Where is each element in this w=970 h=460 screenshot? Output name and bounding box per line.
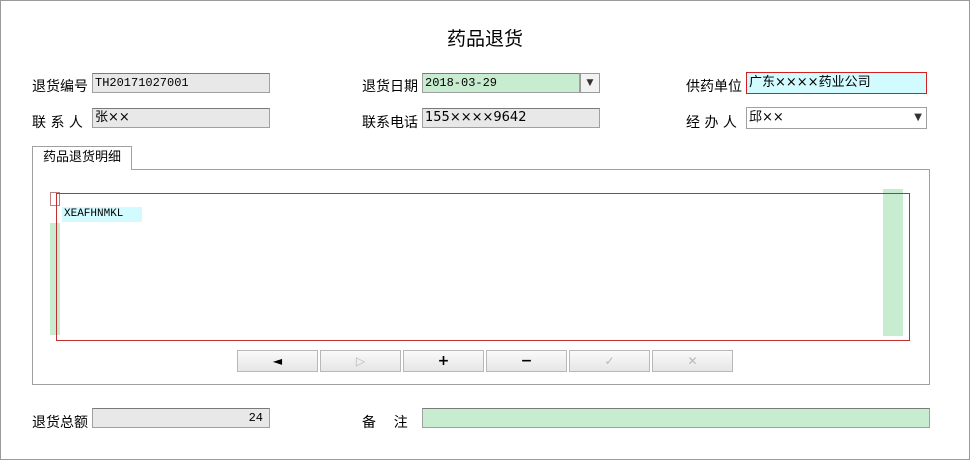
triangle-left-icon: ◄ (272, 354, 283, 368)
handler-label: 经 办 人 (686, 115, 737, 131)
chevron-down-icon: ▼ (586, 78, 594, 88)
date-dropdown-button[interactable]: ▼ (580, 73, 600, 93)
minus-icon: − (520, 353, 533, 369)
total-label: 退货总额 (32, 415, 88, 431)
nav-confirm-button[interactable]: ✓ (569, 350, 650, 372)
nav-prior-button[interactable]: ◄ (237, 350, 318, 372)
supplier-field[interactable]: 广东××××药业公司 (746, 72, 927, 94)
nav-insert-button[interactable]: + (403, 350, 484, 372)
detail-grid[interactable] (56, 193, 910, 341)
total-field[interactable]: 24 (92, 408, 270, 428)
return-no-field[interactable]: TH20171027001 (92, 73, 270, 93)
handler-select[interactable]: 邱×× ▼ (746, 107, 927, 129)
nav-delete-button[interactable]: − (486, 350, 567, 372)
post-flag-icon: ▷ (355, 354, 366, 368)
remark-label: 备 注 (362, 415, 408, 431)
remark-field[interactable] (422, 408, 930, 428)
supplier-label: 供药单位 (686, 79, 742, 95)
phone-field[interactable]: 155××××9642 (422, 108, 600, 128)
return-date-field[interactable]: 2018-03-29 (422, 73, 580, 93)
nav-post-button[interactable]: ▷ (320, 350, 401, 372)
chevron-down-icon: ▼ (914, 112, 922, 123)
tab-return-detail[interactable]: 药品退货明细 (32, 146, 132, 170)
form-title: 药品退货 (446, 28, 523, 50)
contact-field[interactable]: 张×× (92, 108, 270, 128)
check-icon: ✓ (604, 354, 615, 368)
plus-icon: + (437, 353, 450, 369)
return-date-label: 退货日期 (362, 79, 418, 95)
handler-value: 邱×× (749, 110, 784, 125)
return-no-label: 退货编号 (32, 79, 88, 95)
close-icon: ✕ (687, 354, 698, 368)
contact-label: 联 系 人 (32, 115, 83, 131)
grid-cell[interactable]: XEAFHNMKL (62, 207, 142, 222)
nav-cancel-button[interactable]: ✕ (652, 350, 733, 372)
phone-label: 联系电话 (362, 115, 418, 131)
